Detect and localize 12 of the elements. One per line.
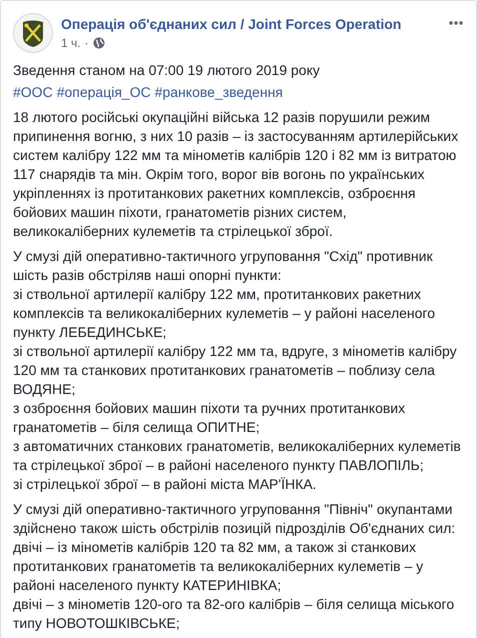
post-paragraph: 18 лютого російські окупаційні війська 12 разів порушили режим припинення вогню, з них 10 разів – із застосуванням артилерійських систем калібру 122 мм та мінометів калібрів 120 і 82 мм із витратою 117 снарядів та мін. Окрім того, ворог вів вогонь по українських укріпленнях із протитанкових ракетних комплексів, озброєння бойових машин піхоти, гранатометів різних систем, великокаліберних кулеметів та стрілецької зброї. — [13, 108, 460, 241]
hashtag-link[interactable]: #операція_ОС — [56, 83, 151, 102]
page-name-link[interactable]: Операція об'єднаних сил / Joint Forces Operation — [61, 15, 440, 33]
avatar-icon[interactable] — [13, 13, 53, 53]
separator-dot: · — [84, 36, 89, 50]
post-paragraph: У смузі дій оперативно-тактичного угруповання "Схід" противник шість разів обстріляв наші опорні пункти: зі ствольної артилерії калібру 122 мм, протитанкових ракетних комплексів та великокаліберних кулеметів – у районі населеного пункту ЛЕБЕДИНСЬКЕ; зі ствольної артилерії калібру 122 мм та, вдруге, з мінометів калібру 120 мм та станкових протитанкових гранатометів – поблизу села ВОДЯНЕ; з озброєння бойових машин піхоти та ручних протитанкових гранатометів – біля селища ОПИТНЕ; з автоматичних станкових гранатометів, великокаліберних кулеметів та стрілецької зброї – в районі населеного пункту ПАВЛОПІЛЬ; зі стрілецької зброї – в районі міста МАР'ЇНКА. — [13, 247, 461, 494]
post-time[interactable]: 1 ч. — [61, 36, 81, 50]
post-heading: Зведення станом на 07:00 19 лютого 2019 року — [13, 61, 321, 80]
hashtag-link[interactable]: #ранкове_зведення — [154, 83, 283, 102]
globe-icon — [92, 37, 105, 49]
hashtag-link[interactable]: #ООС — [13, 83, 53, 102]
post-paragraph: У смузі дій оперативно-тактичного угруповання "Північ" окупантами здійснено також шість обстрілів позицій підрозділів Об'єднаних сил: двічі – із мінометів калібрів 120 та 82 мм, а також зі станкових протитанкових гранатометів та великокаліберних кулеметів – у районі населеного пункту КАТЕРИНІВКА; двічі – з мінометів 120-ого та 82-ого калібрів – біля селища міського типу НОВОТОШКІВСЬКЕ; — [13, 500, 456, 633]
